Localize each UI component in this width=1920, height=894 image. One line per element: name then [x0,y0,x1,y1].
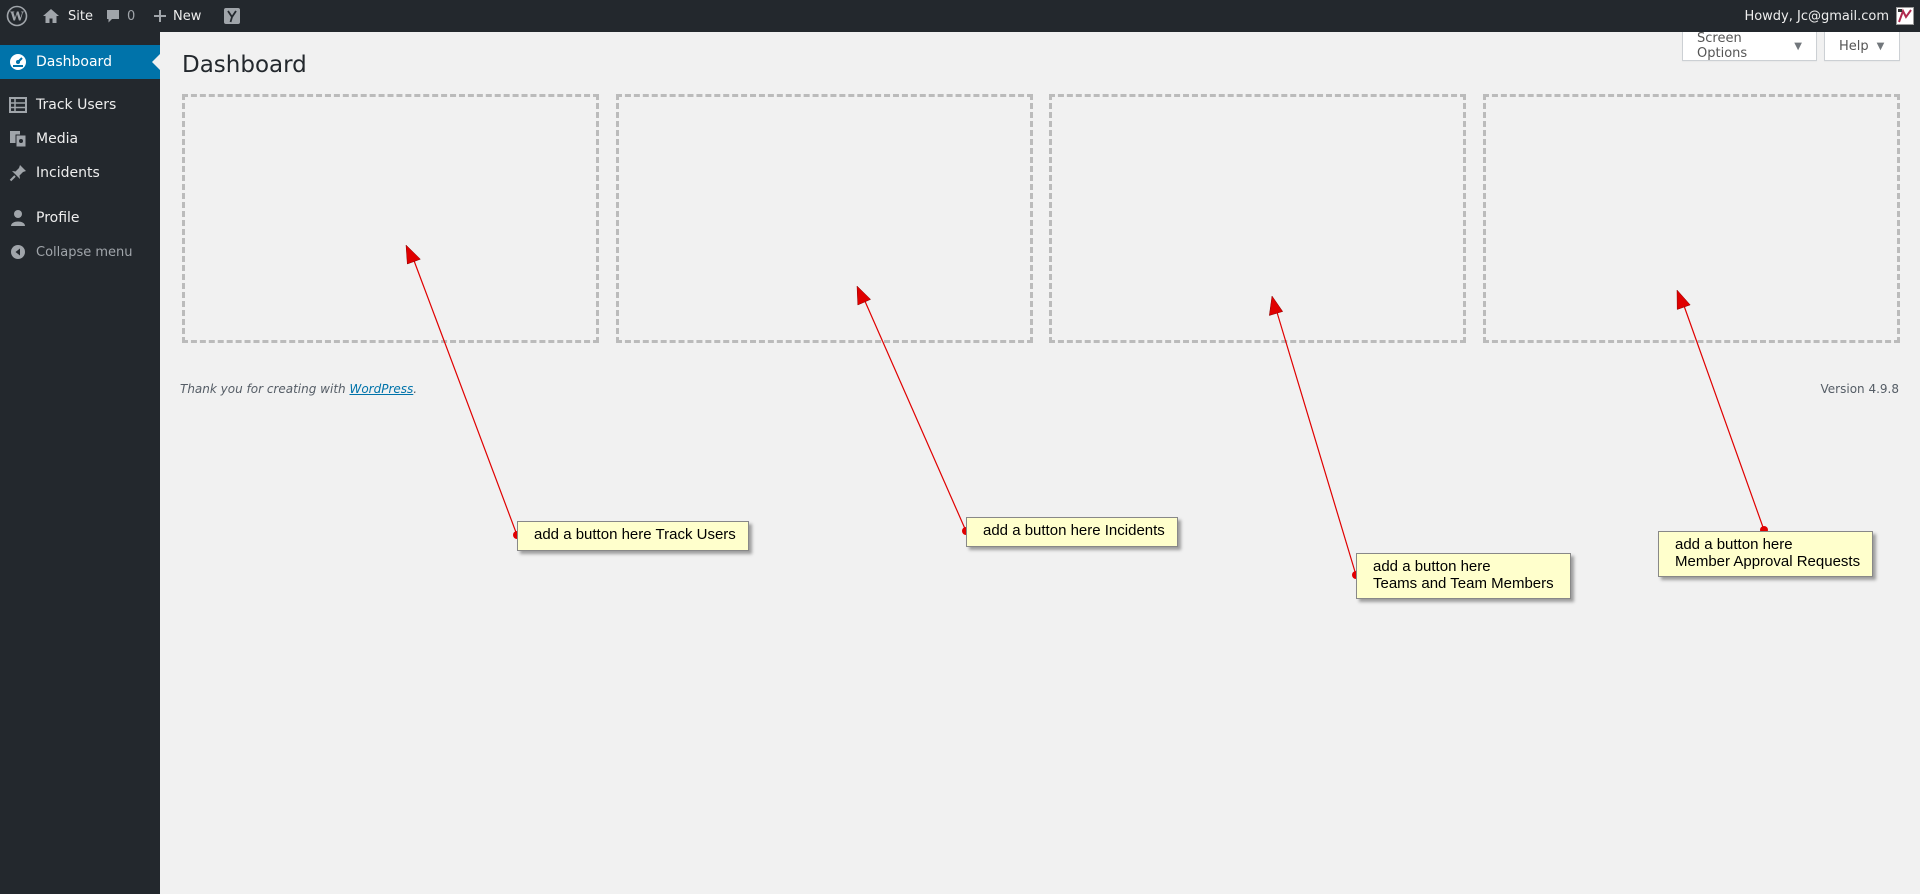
media-icon [0,130,36,148]
screen-options-button[interactable]: Screen Options ▼ [1682,31,1817,61]
new-label: New [173,8,202,24]
svg-text:W: W [9,10,24,24]
sidebar-item-dashboard[interactable]: Dashboard [0,45,160,79]
pin-icon [0,164,36,182]
comment-icon [105,8,121,24]
comments-menu[interactable]: 0 [105,0,135,32]
annotation-note-member-approval: add a button here Member Approval Reques… [1658,531,1873,577]
sidebar-item-label: Media [36,131,79,147]
widget-drop-zone-3[interactable] [1049,94,1466,343]
home-icon [42,8,60,24]
new-content-menu[interactable]: New [153,0,201,32]
collapse-icon [0,244,36,260]
caret-down-icon: ▼ [1876,40,1885,52]
howdy-account-label[interactable]: Howdy, Jc@gmail.com [1744,0,1889,32]
current-indicator [152,54,160,70]
wordpress-logo-icon[interactable]: W [6,0,28,32]
sidebar-item-incidents[interactable]: Incidents [0,156,160,190]
sidebar-item-profile[interactable]: Profile [0,201,160,235]
admin-sidebar: Dashboard Track Users Media Incidents Pr… [0,32,160,894]
caret-down-icon: ▼ [1794,40,1802,52]
footer-thanks: Thank you for creating with WordPress. [180,382,417,396]
sidebar-item-media[interactable]: Media [0,122,160,156]
wordpress-link[interactable]: WordPress [349,382,413,396]
screen-options-label: Screen Options [1697,31,1748,61]
page-title: Dashboard [182,52,307,78]
annotation-note-teams: add a button here Teams and Team Members [1356,553,1571,599]
sidebar-item-label: Track Users [36,97,117,113]
sidebar-item-label: Incidents [36,165,100,181]
user-icon [0,209,36,227]
plus-icon [153,9,167,23]
collapse-menu-label: Collapse menu [36,244,133,260]
annotation-note-track-users: add a button here Track Users [517,521,749,551]
footer-thanks-suffix: . [413,382,418,396]
dashboard-icon [0,53,36,71]
footer-version: Version 4.9.8 [1820,382,1899,396]
footer-thanks-prefix: Thank you for creating with [180,382,350,396]
widget-drop-zone-2[interactable] [616,94,1033,343]
admin-bar: W Site 0 New Howdy, Jc@gmail.com [0,0,1920,32]
sidebar-item-track-users[interactable]: Track Users [0,88,160,122]
sidebar-item-label: Dashboard [36,54,112,70]
site-label: Site [68,8,93,24]
seo-plugin-icon[interactable] [223,0,241,32]
collapse-menu-button[interactable]: Collapse menu [0,235,160,269]
table-icon [0,97,36,113]
widget-drop-zone-1[interactable] [182,94,599,343]
site-menu[interactable]: Site [42,0,93,32]
avatar[interactable] [1896,0,1914,32]
help-label: Help [1839,38,1869,54]
help-button[interactable]: Help ▼ [1824,32,1900,61]
sidebar-item-label: Profile [36,210,80,226]
annotation-note-incidents: add a button here Incidents [966,517,1178,547]
widget-drop-zone-4[interactable] [1483,94,1900,343]
comments-count: 0 [127,8,136,24]
